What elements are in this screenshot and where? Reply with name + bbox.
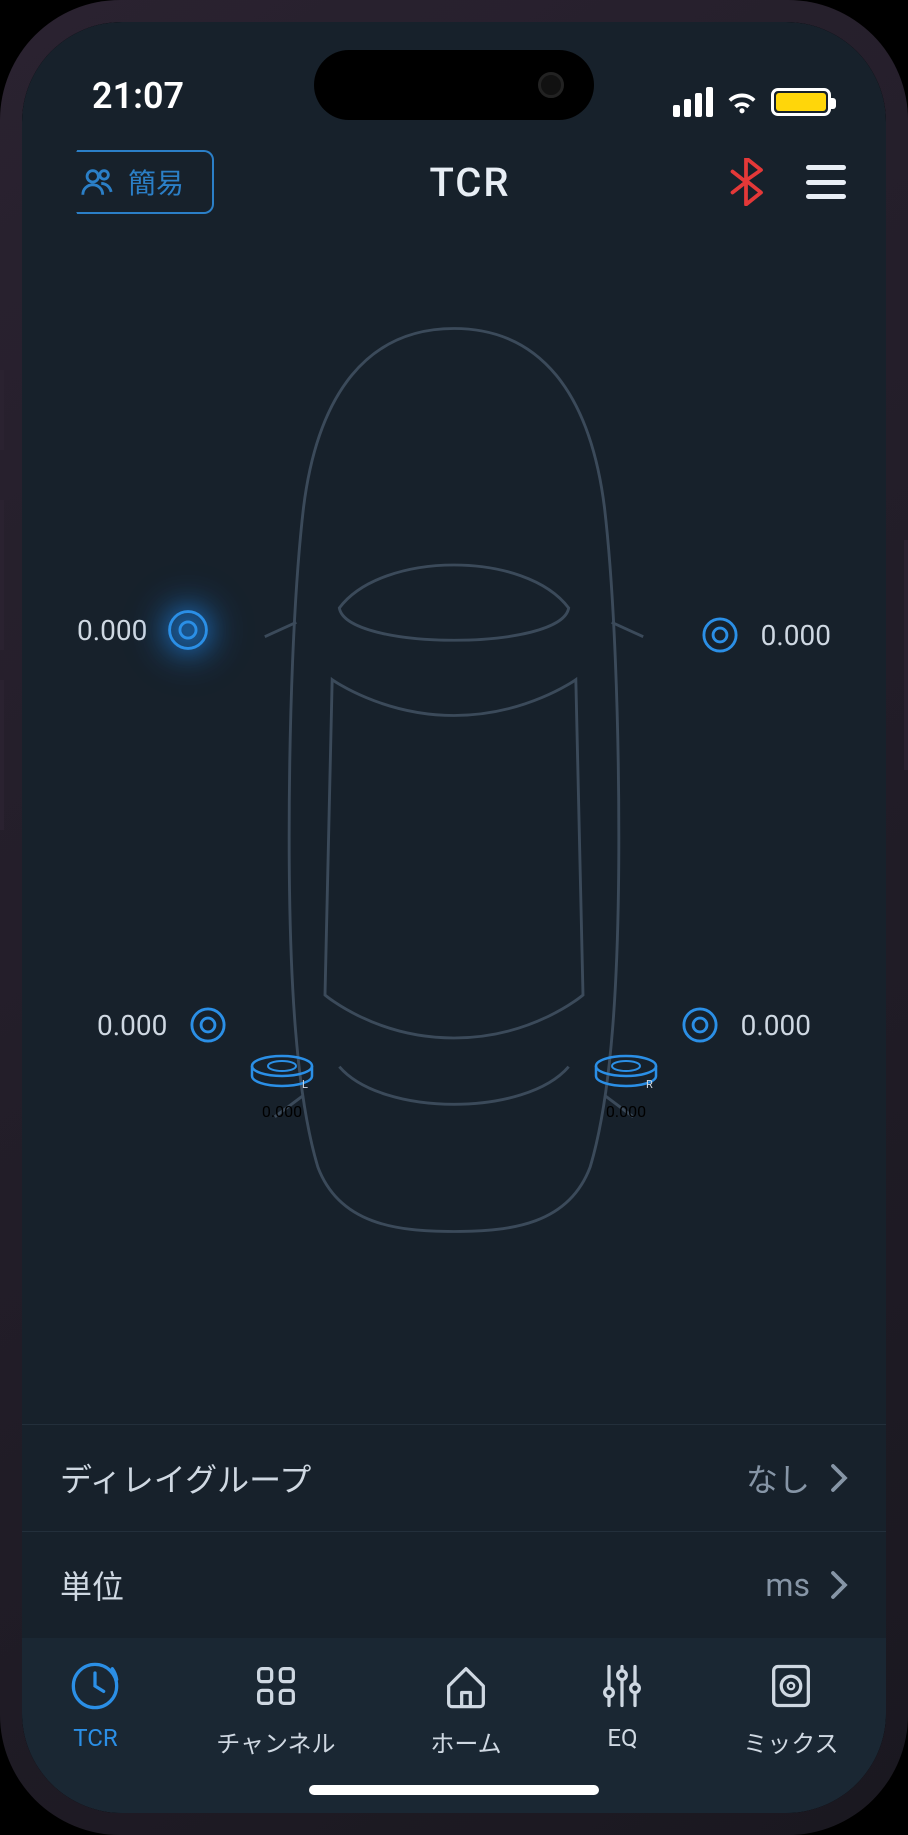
setting-delay-group[interactable]: ディレイグループ なし — [22, 1424, 886, 1531]
setting-delay-group-value: なし — [746, 1455, 810, 1501]
profile-mode-label: 簡易 — [128, 162, 184, 202]
tab-mix-label: ミックス — [743, 1724, 838, 1759]
setting-delay-group-label: ディレイグループ — [60, 1455, 311, 1501]
speaker-icon — [185, 1002, 231, 1048]
speaker-sub-right[interactable]: R 0.000 — [591, 1052, 661, 1121]
speaker-rear-left-value: 0.000 — [97, 1009, 167, 1042]
tab-channel[interactable]: チャンネル — [216, 1660, 335, 1759]
people-icon — [80, 165, 114, 199]
chevron-right-icon — [830, 1463, 848, 1493]
setting-unit-value: ms — [765, 1566, 810, 1604]
clock-icon — [69, 1660, 121, 1712]
speaker-front-left-value: 0.000 — [77, 614, 147, 647]
speaker-sub-left-value: 0.000 — [262, 1102, 302, 1121]
tab-home[interactable]: ホーム — [430, 1660, 501, 1759]
speaker-sub-right-value: 0.000 — [606, 1102, 646, 1121]
speaker-box-icon — [765, 1660, 817, 1712]
speaker-rear-left[interactable]: 0.000 — [97, 1002, 231, 1048]
tab-tcr-label: TCR — [73, 1724, 117, 1752]
home-indicator[interactable] — [309, 1785, 599, 1795]
setting-unit-label: 単位 — [60, 1562, 124, 1608]
tab-eq[interactable]: EQ — [596, 1660, 648, 1752]
profile-mode-button[interactable]: 簡易 — [62, 150, 214, 214]
speaker-sub-left[interactable]: L 0.000 — [247, 1052, 317, 1121]
speaker-front-left[interactable]: 0.000 — [77, 607, 211, 653]
speaker-front-right[interactable]: 0.000 — [697, 612, 831, 658]
home-icon — [440, 1660, 492, 1712]
svg-text:R: R — [646, 1078, 653, 1091]
settings-list: ディレイグループ なし 単位 ms — [22, 1424, 886, 1638]
battery-icon — [771, 88, 831, 116]
svg-text:L: L — [302, 1078, 308, 1091]
speaker-rear-right[interactable]: 0.000 — [677, 1002, 811, 1048]
bluetooth-icon[interactable] — [726, 158, 766, 206]
status-icons — [673, 87, 831, 117]
subwoofer-icon: L — [247, 1052, 317, 1092]
tab-tcr[interactable]: TCR — [69, 1660, 121, 1752]
car-diagram: 0.000 0.000 0.000 — [22, 232, 886, 1424]
subwoofer-icon: R — [591, 1052, 661, 1092]
page-title: TCR — [429, 159, 510, 206]
grid-icon — [250, 1660, 302, 1712]
setting-unit[interactable]: 単位 ms — [22, 1531, 886, 1638]
tab-channel-label: チャンネル — [216, 1724, 335, 1759]
speaker-rear-right-value: 0.000 — [741, 1009, 811, 1042]
app-header: 簡易 TCR — [22, 132, 886, 232]
wifi-icon — [725, 89, 759, 115]
tab-home-label: ホーム — [430, 1724, 501, 1759]
status-time: 21:07 — [92, 75, 184, 117]
speaker-icon — [677, 1002, 723, 1048]
speaker-front-right-value: 0.000 — [761, 619, 831, 652]
speaker-icon — [697, 612, 743, 658]
tab-mix[interactable]: ミックス — [743, 1660, 838, 1759]
menu-icon[interactable] — [806, 165, 846, 199]
cellular-icon — [673, 87, 713, 117]
device-notch — [314, 50, 594, 120]
sliders-icon — [596, 1660, 648, 1712]
speaker-icon — [165, 607, 211, 653]
tab-eq-label: EQ — [607, 1724, 637, 1752]
chevron-right-icon — [830, 1570, 848, 1600]
